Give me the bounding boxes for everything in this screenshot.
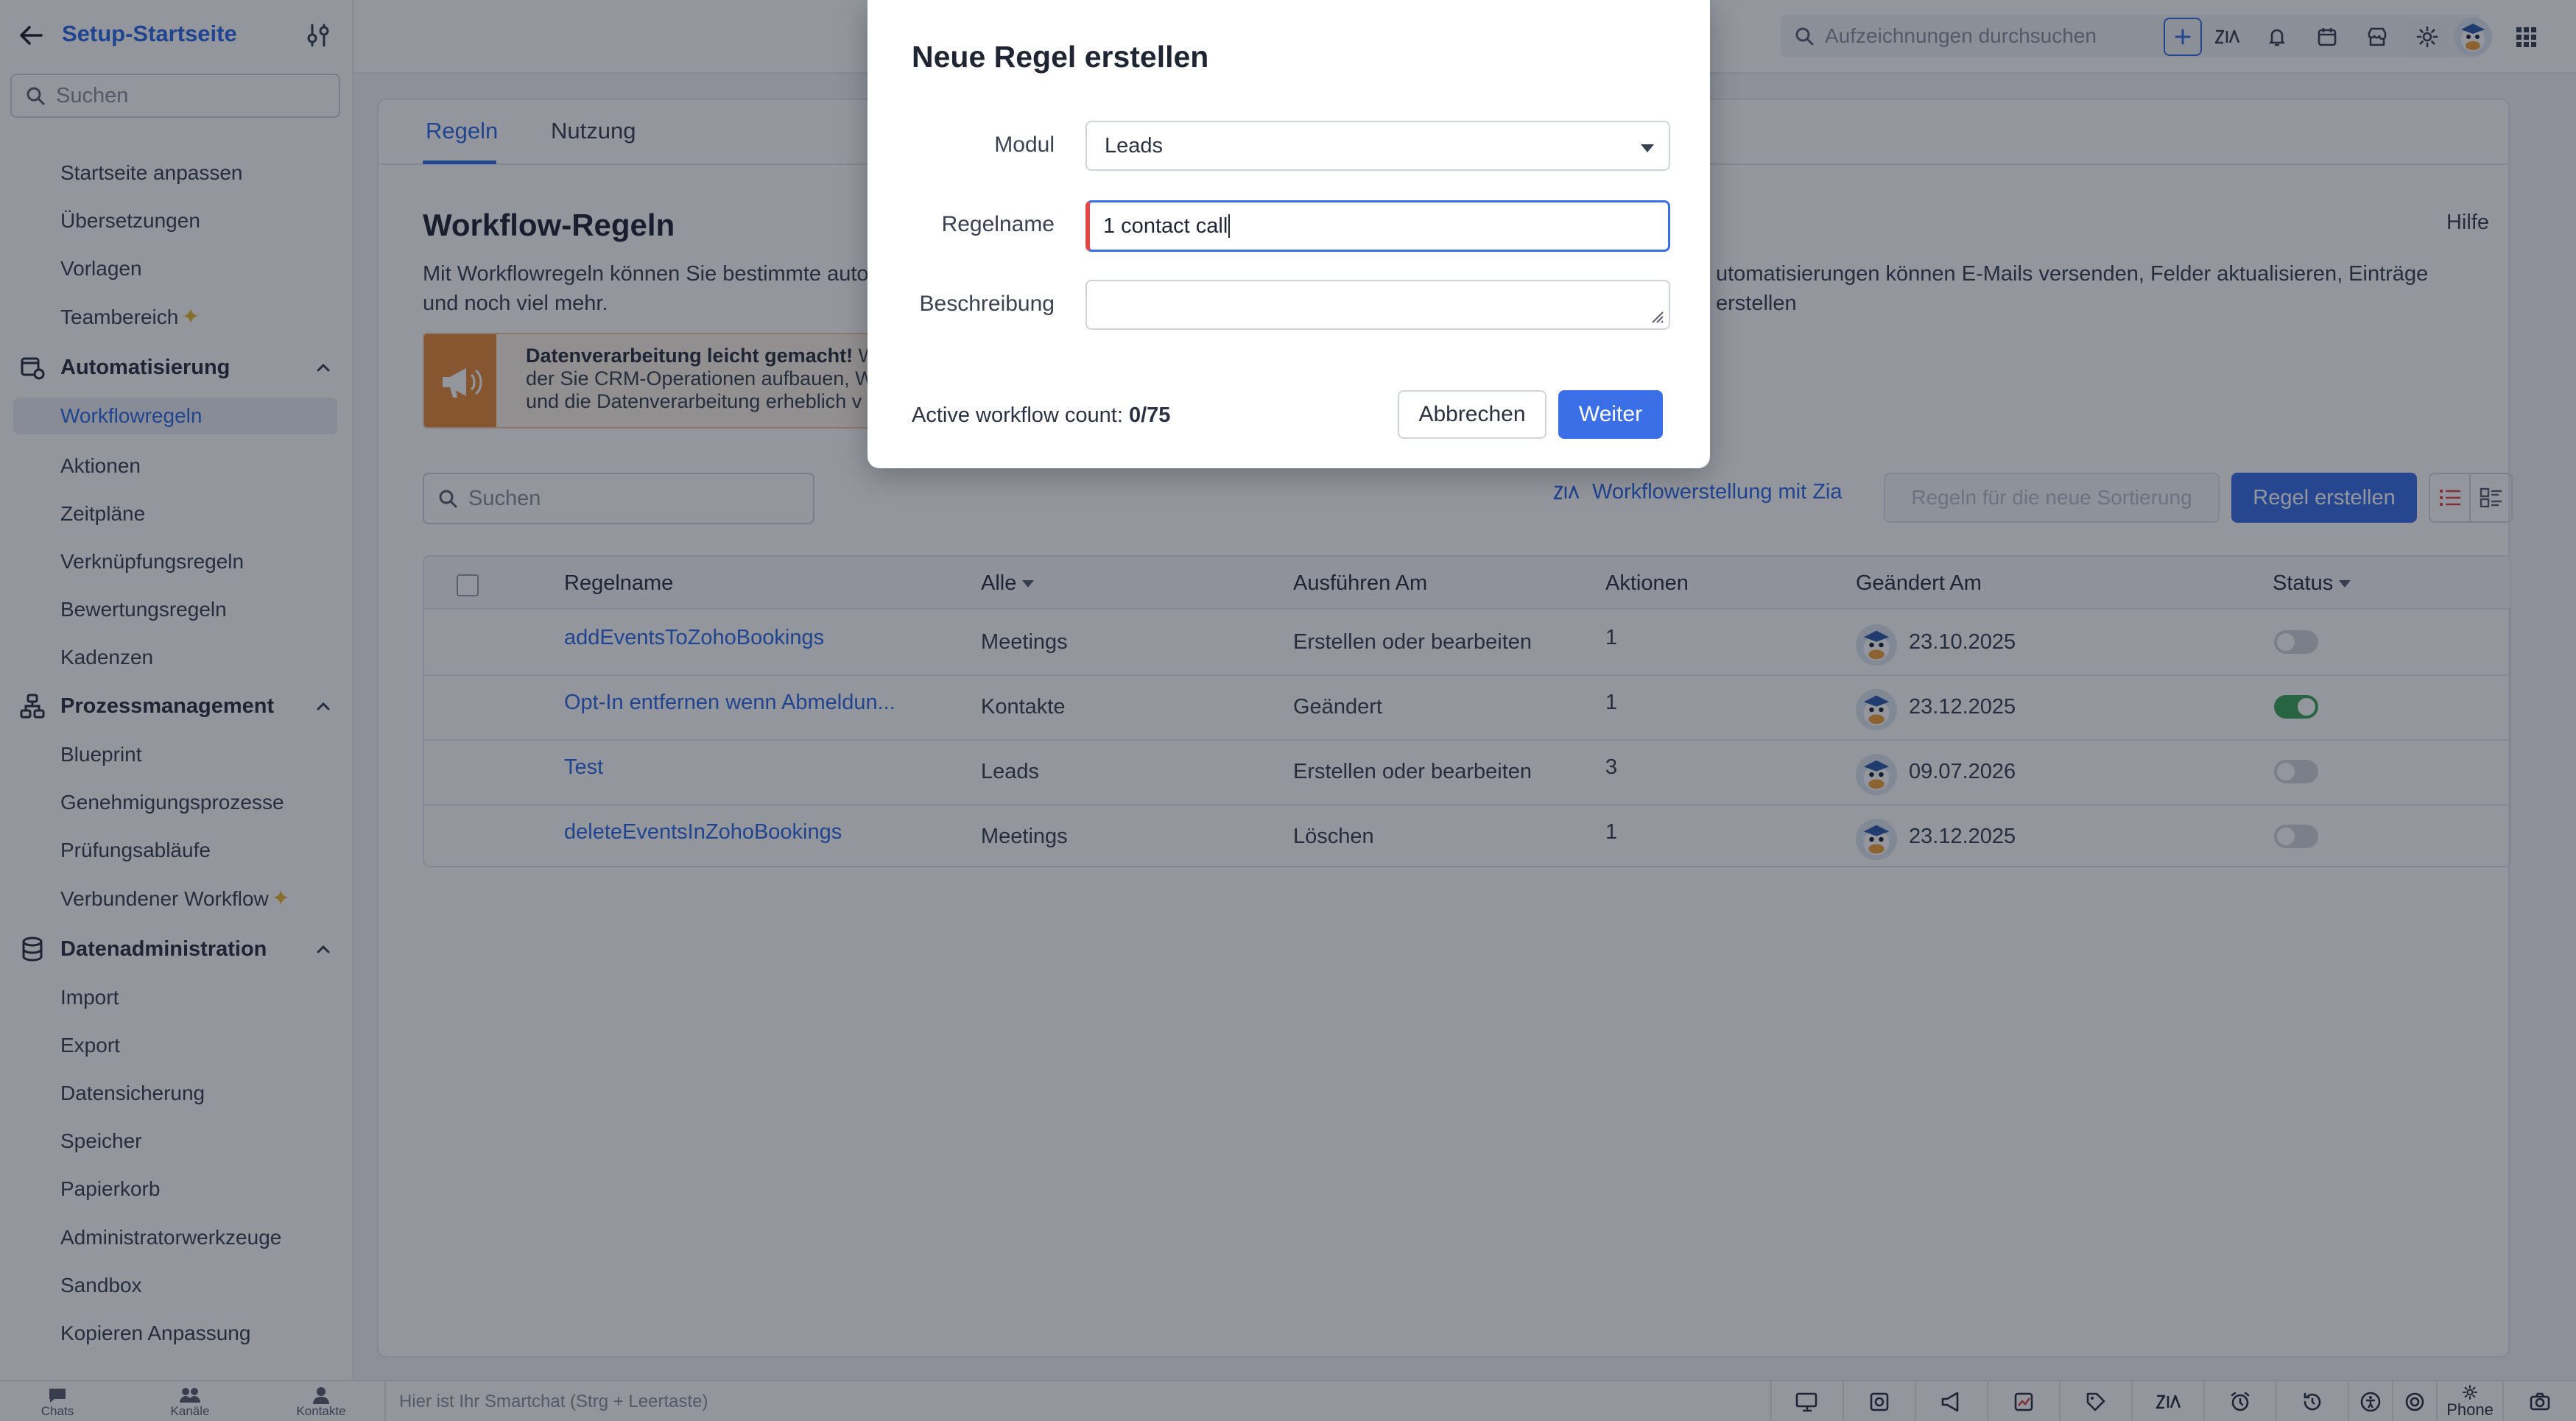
rulename-input[interactable]: 1 contact call [1085, 200, 1670, 252]
cancel-button[interactable]: Abbrechen [1398, 390, 1546, 439]
rulename-label: Regelname [941, 212, 1055, 236]
module-select[interactable]: Leads [1085, 121, 1670, 171]
text-cursor [1228, 214, 1231, 238]
caret-down-icon [1641, 144, 1654, 152]
count-label: Active workflow count: [912, 403, 1129, 427]
module-label: Modul [994, 133, 1055, 157]
dialog-title: Neue Regel erstellen [912, 40, 1209, 74]
resize-grip-icon[interactable] [1647, 306, 1664, 324]
module-select-value: Leads [1105, 133, 1164, 158]
next-button[interactable]: Weiter [1558, 390, 1663, 439]
description-label: Beschreibung [919, 292, 1055, 316]
active-workflow-count: Active workflow count: 0/75 [912, 403, 1170, 428]
description-textarea[interactable] [1085, 280, 1670, 330]
rulename-input-value: 1 contact call [1103, 214, 1228, 238]
new-rule-dialog: Neue Regel erstellen Modul Leads Regelna… [868, 0, 1710, 468]
count-value: 0/75 [1128, 403, 1171, 427]
